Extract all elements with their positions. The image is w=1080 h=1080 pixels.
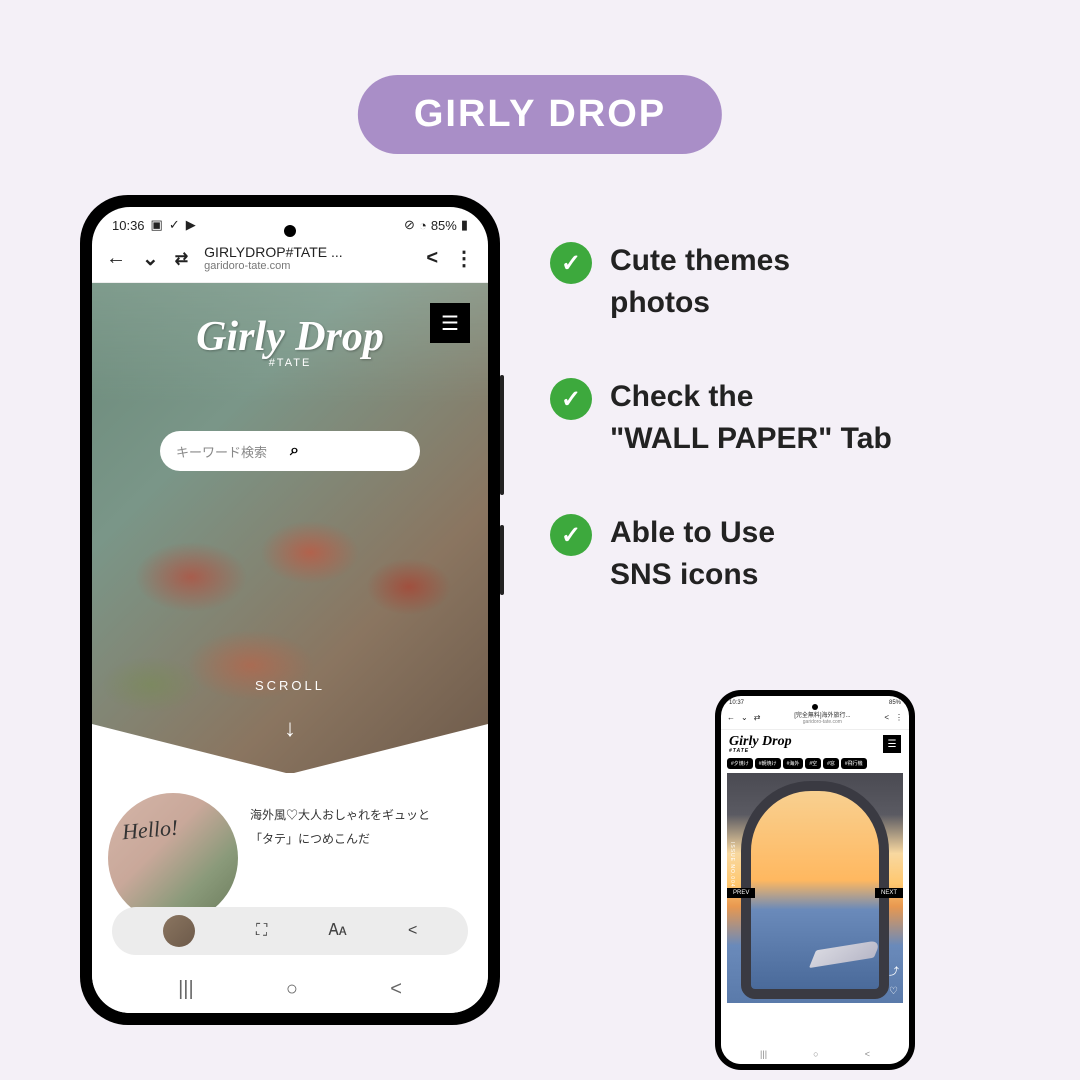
recents-nav-icon[interactable]: ||| <box>178 978 194 1001</box>
status-battery: 85% <box>889 700 901 706</box>
hello-description: 海外風♡大人おしゃれをギュッと 「タテ」につめこんだ <box>250 793 430 923</box>
share-icon[interactable]: < <box>884 713 889 722</box>
back-nav-icon[interactable]: < <box>390 978 402 1001</box>
tag[interactable]: #朝焼け <box>755 758 781 769</box>
check-icon: ✓ <box>550 514 592 556</box>
page-url: garidoro-tate.com <box>766 719 878 725</box>
home-nav-icon[interactable]: ○ <box>286 978 298 1001</box>
home-nav-icon[interactable]: ○ <box>813 1049 818 1059</box>
scan-icon[interactable]: ⛶ <box>256 922 267 940</box>
title-pill: GIRLY DROP <box>358 75 722 154</box>
recents-nav-icon[interactable]: ||| <box>760 1049 767 1059</box>
check-icon: ✓ <box>550 242 592 284</box>
address-bar[interactable]: GIRLYDROP#TATE ... garidoro-tate.com <box>204 245 410 272</box>
browser-bar: ← ⌄ ⇄ GIRLYDROP#TATE ... garidoro-tate.c… <box>92 237 488 283</box>
front-camera <box>812 704 818 710</box>
back-nav-icon[interactable]: < <box>865 1049 870 1059</box>
site-logo: Girly Drop #TATE <box>729 734 792 754</box>
airplane-wing <box>809 940 881 968</box>
search-placeholder: キーワード検索 <box>176 442 290 461</box>
page-title: [完全無料]海外旅行... <box>766 710 878 719</box>
feature-list: ✓ Cute themesphotos ✓ Check the"WALL PAP… <box>550 240 892 596</box>
feature-item: ✓ Check the"WALL PAPER" Tab <box>550 376 892 460</box>
feature-item: ✓ Able to UseSNS icons <box>550 512 892 596</box>
logo-row: Girly Drop #TATE ☰ <box>721 730 909 758</box>
avatar-icon[interactable] <box>163 915 195 947</box>
prev-button[interactable]: PREV <box>727 888 755 898</box>
check-icon: ✓ <box>550 378 592 420</box>
tag[interactable]: #窓 <box>823 758 839 769</box>
scroll-label: SCROLL <box>255 678 325 693</box>
android-nav: ||| ○ < <box>92 965 488 1013</box>
volume-button <box>500 375 504 495</box>
tag[interactable]: #空 <box>805 758 821 769</box>
side-actions: ⤴ ♡ ⤓ <box>889 963 899 1016</box>
logo-script: Girly Drop <box>196 313 384 361</box>
power-button <box>500 525 504 595</box>
back-icon[interactable]: ← <box>727 713 735 722</box>
settings-icon[interactable]: ⇄ <box>175 249 188 269</box>
hamburger-menu[interactable]: ☰ <box>430 303 470 343</box>
site-logo: Girly Drop #TATE <box>196 313 384 369</box>
feature-item: ✓ Cute themesphotos <box>550 240 892 324</box>
status-time: 10:37 <box>729 700 744 706</box>
heart-icon[interactable]: ♡ <box>889 986 899 997</box>
phone-mockup-large: 10:36 ▣ ✓ ▶ ⊘ ◔ 85% ▮ ← ⌄ ⇄ GIRLYDROP#TA… <box>80 195 500 1025</box>
play-icon: ▶ <box>186 217 196 233</box>
search-icon[interactable]: ⌕ <box>290 442 404 460</box>
download-icon[interactable]: ⤓ <box>889 1005 899 1016</box>
check-icon: ✓ <box>169 217 180 233</box>
back-icon[interactable]: ← <box>106 247 126 270</box>
feature-text: Cute themesphotos <box>610 240 790 324</box>
hello-image: Hello! <box>108 793 238 923</box>
tag[interactable]: #夕焼け <box>727 758 753 769</box>
status-time: 10:36 <box>112 218 145 233</box>
tag[interactable]: #飛行機 <box>841 758 867 769</box>
wallpaper-image[interactable]: ISSUE NO.00432 PREV NEXT <box>727 773 903 1003</box>
share-toolbar-icon[interactable]: < <box>408 922 417 940</box>
share-icon[interactable]: < <box>426 247 438 270</box>
feature-text: Able to UseSNS icons <box>610 512 775 596</box>
page-title: GIRLYDROP#TATE ... <box>204 245 410 260</box>
menu-dots-icon[interactable]: ⋮ <box>454 246 474 271</box>
translate-icon[interactable]: 🗛 <box>329 922 347 940</box>
browser-toolbar: ⛶ 🗛 < <box>112 907 468 955</box>
next-button[interactable]: NEXT <box>875 888 903 898</box>
browser-bar: ← ⌄ ⇄ [完全無料]海外旅行... garidoro-tate.com < … <box>721 708 909 730</box>
image-caption: ▢ Landscape <box>733 1029 770 1036</box>
settings-icon[interactable]: ⇄ <box>754 713 761 722</box>
chevron-down-icon[interactable]: ⌄ <box>142 246 159 271</box>
android-nav: ||| ○ < <box>721 1044 909 1064</box>
phone-mockup-small: 10:37 85% ← ⌄ ⇄ [完全無料]海外旅行... garidoro-t… <box>715 690 915 1070</box>
menu-dots-icon[interactable]: ⋮ <box>895 713 903 722</box>
hamburger-menu[interactable]: ☰ <box>883 735 901 753</box>
wifi-icon: ⊘ <box>404 217 415 233</box>
hello-greeting: Hello! <box>121 815 179 846</box>
search-input[interactable]: キーワード検索 ⌕ <box>160 431 420 471</box>
battery-percent: 85% <box>431 218 457 233</box>
image-icon: ▣ <box>151 217 163 233</box>
tag-row: #夕焼け #朝焼け #海外 #空 #窓 #飛行機 <box>721 758 909 773</box>
share-icon[interactable]: ⤴ <box>889 963 899 978</box>
chevron-down-icon[interactable]: ⌄ <box>741 713 748 722</box>
page-url: garidoro-tate.com <box>204 260 410 272</box>
hello-section: Hello! 海外風♡大人おしゃれをギュッと 「タテ」につめこんだ <box>92 773 488 923</box>
battery-icon: ◔ <box>419 218 427 233</box>
feature-text: Check the"WALL PAPER" Tab <box>610 376 892 460</box>
hero-section: Girly Drop #TATE ☰ キーワード検索 ⌕ SCROLL ↓ <box>92 283 488 773</box>
tag[interactable]: #海外 <box>783 758 804 769</box>
front-camera <box>284 225 296 237</box>
